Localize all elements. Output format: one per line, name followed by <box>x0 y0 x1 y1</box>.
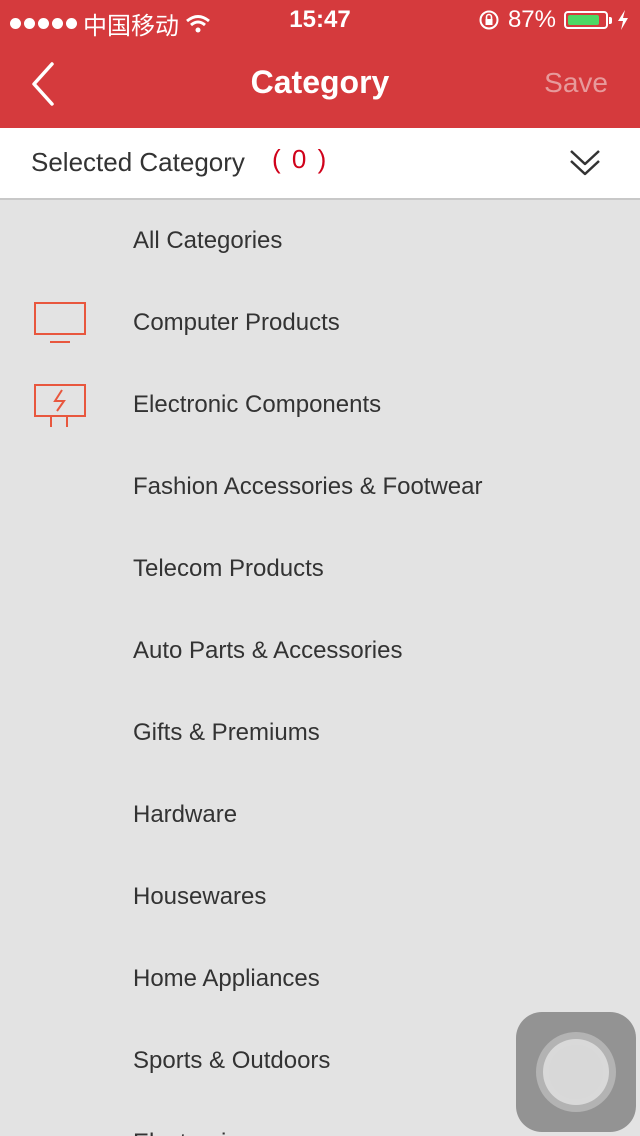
assistive-touch-button[interactable] <box>516 1012 636 1132</box>
screen: 中国移动 15:47 87% Category Save Selected Ca… <box>0 0 640 1136</box>
category-item[interactable]: Gifts & Premiums <box>0 692 640 774</box>
status-right: 87% <box>478 6 630 34</box>
selected-category-label: Selected Category <box>31 147 245 177</box>
category-label: Auto Parts & Accessories <box>133 637 403 664</box>
selected-category-bar[interactable]: Selected Category ( 0 ) <box>0 128 640 200</box>
category-label: Telecom Products <box>133 555 324 582</box>
category-label: All Categories <box>133 227 283 254</box>
header: 中国移动 15:47 87% Category Save <box>0 0 640 128</box>
category-item[interactable]: Hardware <box>0 774 640 856</box>
charging-bolt-icon <box>618 10 628 30</box>
category-item[interactable]: Fashion Accessories & Footwear <box>0 446 640 528</box>
nav-bar: Category Save <box>0 40 640 128</box>
category-item[interactable]: Telecom Products <box>0 528 640 610</box>
category-label: Hardware <box>133 801 238 828</box>
selected-count-badge: ( 0 ) <box>272 144 329 174</box>
category-label: Sports & Outdoors <box>133 1047 331 1074</box>
category-label: Electronics <box>133 1129 250 1136</box>
circuit-board-icon <box>33 382 89 428</box>
category-item[interactable]: All Categories <box>0 200 640 282</box>
category-label: Computer Products <box>133 309 340 336</box>
category-label: Fashion Accessories & Footwear <box>133 473 483 500</box>
category-item[interactable]: Electronic Components <box>0 364 640 446</box>
monitor-icon <box>33 300 89 346</box>
battery-fill <box>568 15 599 25</box>
category-list: All Categories Computer Products Electroni… <box>0 200 640 1136</box>
battery-percent: 87% <box>507 6 556 33</box>
category-item[interactable]: Housewares <box>0 856 640 938</box>
status-bar: 中国移动 15:47 87% <box>0 0 640 40</box>
category-label: Housewares <box>133 883 267 910</box>
battery-icon <box>564 11 612 29</box>
category-item[interactable]: Computer Products <box>0 282 640 364</box>
category-label: Electronic Components <box>133 391 382 418</box>
category-label: Gifts & Premiums <box>133 719 320 746</box>
category-item[interactable]: Auto Parts & Accessories <box>0 610 640 692</box>
double-chevron-down-icon[interactable] <box>568 146 602 180</box>
category-item[interactable]: Home Appliances <box>0 938 640 1020</box>
save-button[interactable]: Save <box>544 67 608 99</box>
category-label: Home Appliances <box>133 965 320 992</box>
rotation-lock-icon <box>479 10 499 30</box>
